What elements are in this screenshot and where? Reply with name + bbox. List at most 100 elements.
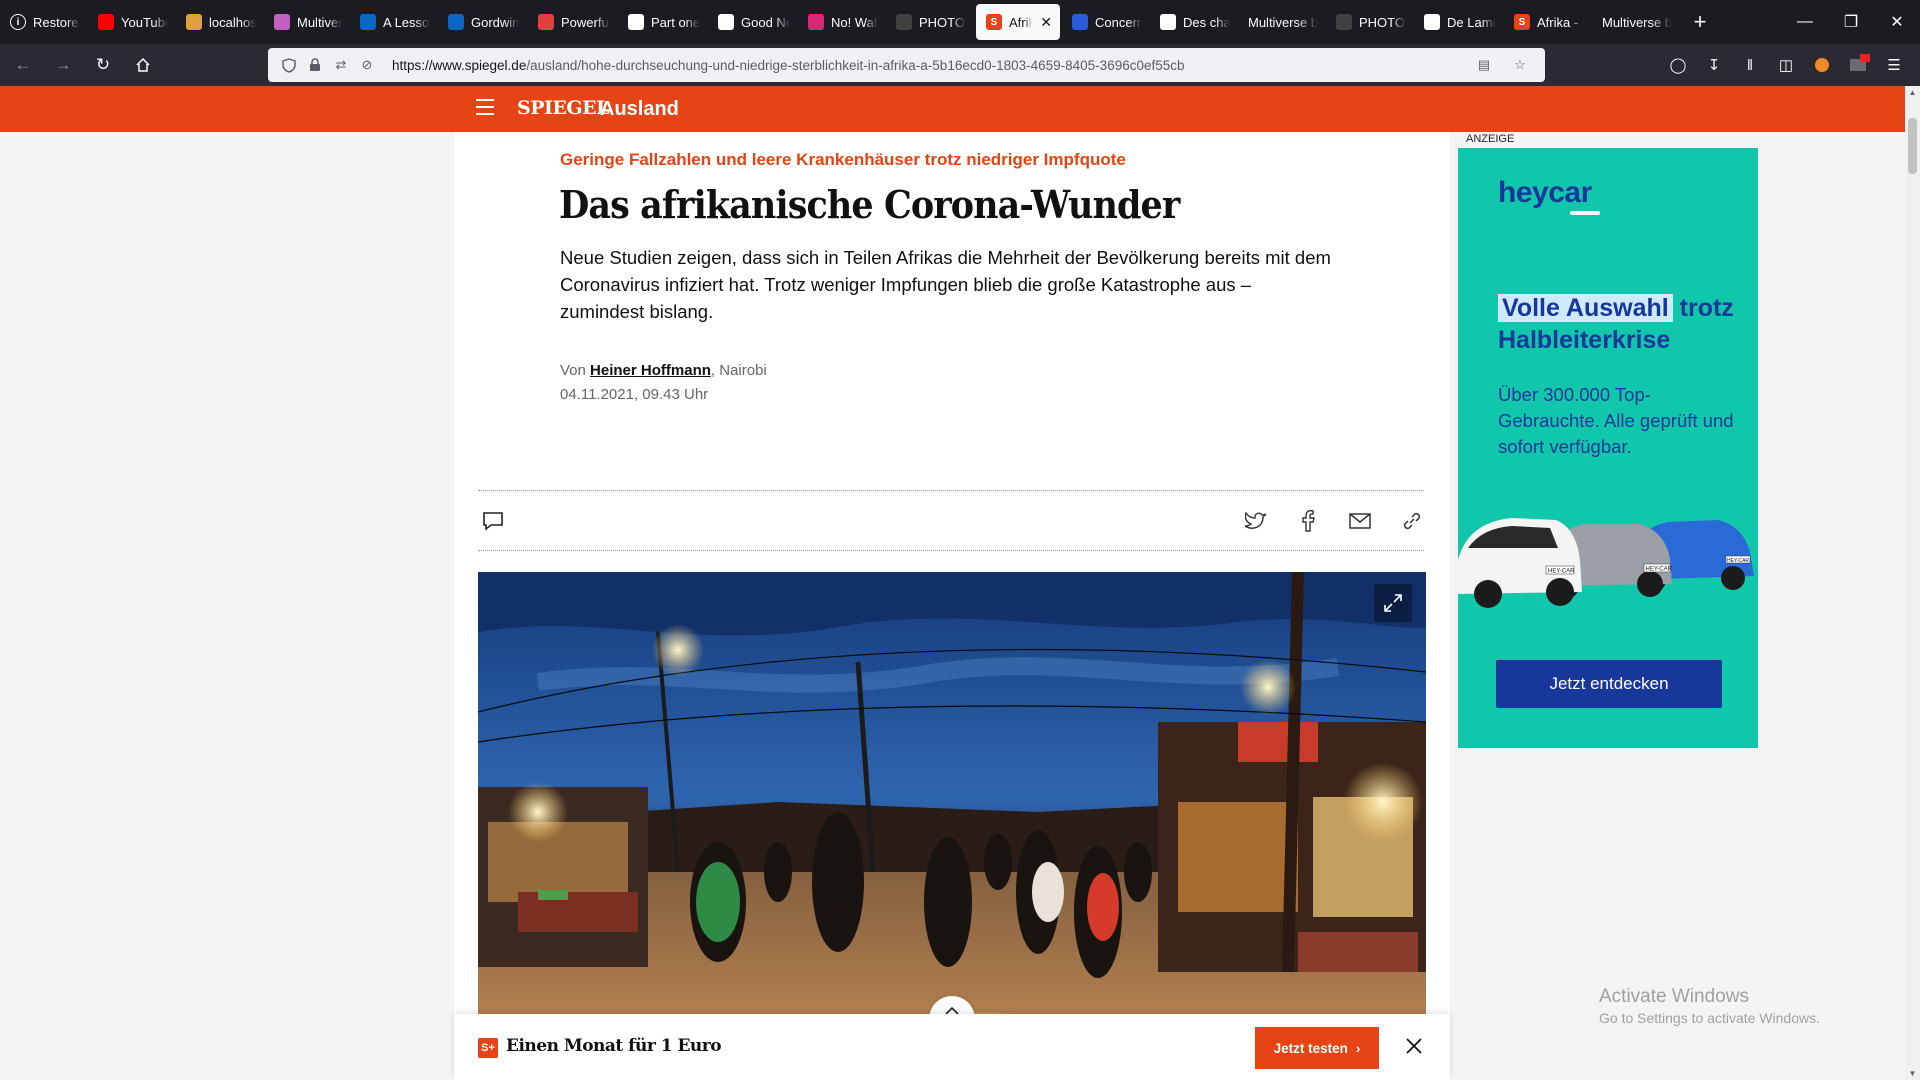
section-title[interactable]: Ausland: [600, 98, 679, 121]
plate-3: HEY-CAR: [1727, 558, 1749, 564]
ad-cars-image: HEY-CAR HEY-CAR HEY-CAR: [1458, 518, 1754, 608]
navigation-toolbar: ← → ↻ ⇄ ⊘ https://www.spiegel.de/ausland…: [0, 44, 1920, 86]
browser-tab[interactable]: Part one: [618, 0, 708, 44]
restore-icon[interactable]: ❐: [1828, 0, 1874, 44]
ad-cta-button[interactable]: Jetzt entdecken: [1496, 660, 1722, 708]
window-controls: — ❐ ✕: [1782, 0, 1920, 44]
info-icon: i: [10, 14, 26, 30]
browser-tab[interactable]: De Lamu: [1414, 0, 1504, 44]
article-container: Geringe Fallzahlen und leere Krankenhäus…: [454, 132, 1450, 1080]
ad-brand-logo: heycar: [1498, 176, 1592, 209]
site-logo[interactable]: SPIEGEL: [517, 97, 609, 119]
twitter-icon[interactable]: [1244, 510, 1268, 532]
close-tab-icon[interactable]: ✕: [1040, 14, 1052, 31]
browser-tab[interactable]: YouTube: [88, 0, 176, 44]
m-icon: [1424, 14, 1440, 30]
menu-icon[interactable]: ☰: [1876, 48, 1912, 82]
browser-tab[interactable]: Powerful: [528, 0, 618, 44]
ad-brand-underline: [1570, 211, 1600, 215]
lock-icon[interactable]: [304, 54, 326, 76]
browser-tab[interactable]: i Restore Session: [0, 0, 88, 44]
tracking-icon[interactable]: ⊘: [356, 54, 378, 76]
ad-label: ANZEIGE: [1466, 133, 1515, 145]
close-window-icon[interactable]: ✕: [1874, 0, 1920, 44]
permissions-icon[interactable]: ⇄: [330, 54, 352, 76]
browser-tab[interactable]: PHOTOS: [886, 0, 974, 44]
tab-title: De Lamu: [1447, 14, 1496, 30]
download-icon[interactable]: ↧: [1696, 48, 1732, 82]
browser-tab[interactable]: Gordwin: [438, 0, 528, 44]
spiegel-icon: S: [1514, 14, 1530, 30]
home-icon[interactable]: [126, 48, 160, 82]
expand-image-icon[interactable]: [1374, 584, 1412, 622]
extension-notification-icon[interactable]: [1840, 48, 1876, 82]
tab-title: Part one: [651, 14, 700, 30]
chevron-right-icon: ›: [1355, 1040, 1361, 1056]
url-bar[interactable]: ⇄ ⊘ https://www.spiegel.de/ausland/hohe-…: [268, 48, 1545, 82]
author-link[interactable]: Heiner Hoffmann: [590, 362, 711, 379]
minimize-icon[interactable]: —: [1782, 0, 1828, 44]
tab-title: A Lesson: [383, 14, 430, 30]
forward-icon[interactable]: →: [46, 48, 80, 82]
windows-activation-watermark: Activate Windows Go to Settings to activ…: [1599, 986, 1820, 1026]
scroll-down-arrow-icon[interactable]: ▼: [1905, 1069, 1920, 1078]
library-icon[interactable]: ‖: [1732, 48, 1768, 82]
browser-tab[interactable]: Good Ne: [708, 0, 798, 44]
browser-tab[interactable]: Concern: [1062, 0, 1150, 44]
watermark-line-2: Go to Settings to activate Windows.: [1599, 1010, 1820, 1026]
reader-view-icon[interactable]: ▤: [1473, 54, 1495, 76]
spiegel-plus-icon: S+: [478, 1038, 498, 1058]
bookmark-star-icon[interactable]: ☆: [1509, 54, 1531, 76]
hamburger-menu-icon[interactable]: [476, 99, 494, 115]
new-tab-icon[interactable]: +: [1680, 9, 1720, 35]
browser-tab[interactable]: PHOTOS: [1326, 0, 1414, 44]
pocket-icon[interactable]: ◯: [1660, 48, 1696, 82]
tab-title: PHOTOS: [919, 14, 966, 30]
browser-tab[interactable]: Multiverse b: [1592, 0, 1680, 44]
browser-tab[interactable]: Des char: [1150, 0, 1238, 44]
tab-title: No! Wah: [831, 14, 878, 30]
browser-tab[interactable]: Multiverse: [264, 0, 350, 44]
close-promo-icon[interactable]: [1404, 1036, 1424, 1056]
browser-tab[interactable]: localhost: [176, 0, 264, 44]
browser-tab[interactable]: Multiverse b: [1238, 0, 1326, 44]
spiegel-icon: S: [986, 14, 1002, 30]
scroll-up-arrow-icon[interactable]: ▲: [1905, 88, 1920, 97]
multiverse-icon: [274, 14, 290, 30]
page-scrollbar[interactable]: ▲ ▼: [1905, 86, 1920, 1080]
browser-tab[interactable]: S Afrika - I: [1504, 0, 1592, 44]
subscription-promo-bar: S+ Einen Monat für 1 Euro Jetzt testen ›: [454, 1014, 1450, 1080]
promo-cta-label: Jetzt testen: [1273, 1040, 1348, 1056]
tab-title: Multiverse b: [1248, 14, 1318, 30]
tab-title: YouTube: [121, 14, 168, 30]
publish-date: 04.11.2021, 09.43 Uhr: [560, 386, 709, 403]
browser-tab[interactable]: No! Wah: [798, 0, 886, 44]
divider: [478, 550, 1424, 551]
browser-tab[interactable]: S Afrika ✕: [976, 4, 1060, 40]
heycar-ad[interactable]: heycar Volle Auswahl trotz Halbleiterkri…: [1458, 148, 1758, 748]
promo-cta-button[interactable]: Jetzt testen ›: [1255, 1027, 1379, 1069]
byline: Von Heiner Hoffmann, Nairobi: [560, 362, 767, 379]
back-icon[interactable]: ←: [6, 48, 40, 82]
reload-icon[interactable]: ↻: [86, 48, 120, 82]
page-viewport: SPIEGEL Ausland Geringe Fallzahlen und l…: [0, 86, 1920, 1080]
browser-tab[interactable]: A Lesson: [350, 0, 438, 44]
email-icon[interactable]: [1348, 510, 1372, 532]
sidebar-icon[interactable]: ◫: [1768, 48, 1804, 82]
tab-title: Concern: [1095, 14, 1142, 30]
copy-link-icon[interactable]: [1400, 510, 1424, 532]
scrollbar-thumb[interactable]: [1908, 118, 1917, 174]
shield-icon[interactable]: [278, 54, 300, 76]
comment-icon[interactable]: [482, 510, 504, 532]
localhost-icon: [186, 14, 202, 30]
linkedin-icon: [360, 14, 376, 30]
tab-title: Multiverse b: [1602, 14, 1672, 30]
facebook-icon[interactable]: [1296, 510, 1320, 532]
promo-text: Einen Monat für 1 Euro: [506, 1036, 722, 1056]
divider: [478, 490, 1424, 491]
extension-orange-icon[interactable]: [1804, 48, 1840, 82]
tab-strip: i Restore Session YouTube localhost Multiver…: [0, 0, 1920, 44]
tab-title: Afrika - I: [1537, 14, 1584, 30]
url-text: https://www.spiegel.de/ausland/hohe-durc…: [392, 57, 1185, 73]
toolbar-icons: ◯ ↧ ‖ ◫ ☰: [1660, 48, 1912, 82]
